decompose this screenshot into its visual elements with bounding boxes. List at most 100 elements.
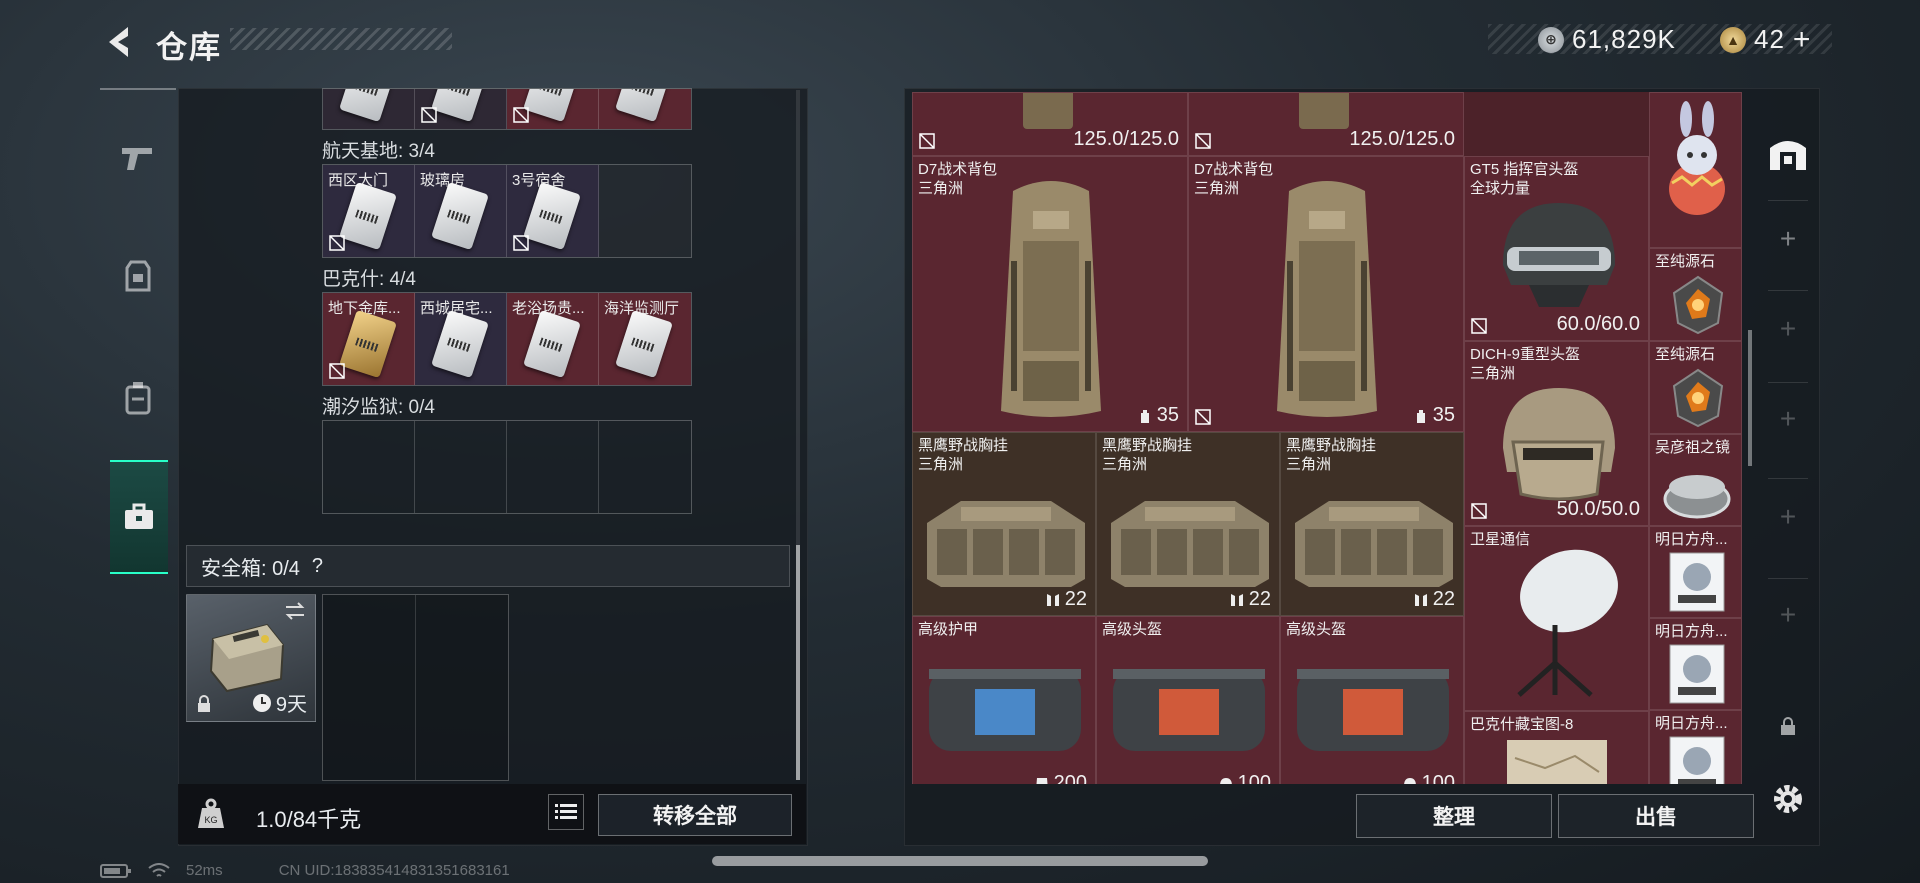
no-trade-icon xyxy=(513,235,529,251)
weight-icon: KG xyxy=(194,796,228,830)
duffel-bag-icon xyxy=(1297,669,1449,751)
inventory-item-bag[interactable]: 高级护甲 200 xyxy=(912,616,1096,784)
empty-key-slot[interactable] xyxy=(599,165,691,257)
pistol-icon xyxy=(122,148,152,170)
tab-key-case[interactable] xyxy=(110,460,168,574)
plus-icon: + xyxy=(1779,403,1797,434)
sell-button[interactable]: 出售 xyxy=(1558,794,1754,838)
inventory-item-backpack[interactable]: D7战术背包 三角洲 35 xyxy=(912,156,1188,432)
locked-storage-button[interactable] xyxy=(1758,706,1818,746)
inventory-item-helmet[interactable]: GT5 指挥官头盔 全球力量 60.0/60.0 xyxy=(1464,156,1649,341)
add-storage-button[interactable]: + xyxy=(1758,590,1818,640)
silver-coin-icon: ⊕ xyxy=(1538,26,1564,53)
heavy-helmet-icon xyxy=(1503,388,1615,501)
helmet-icon xyxy=(1403,777,1416,784)
list-view-button[interactable] xyxy=(548,794,584,830)
wifi-icon xyxy=(148,862,170,877)
help-icon[interactable]: ? xyxy=(312,555,323,578)
inventory-item-collectible[interactable]: 明日方舟... xyxy=(1649,710,1742,784)
arknights-card-icon xyxy=(1669,552,1725,612)
inventory-item-stone[interactable]: 至纯源石 xyxy=(1649,341,1742,434)
inventory-item-chest-rig[interactable]: 黑鹰野战胸挂 三角洲 22 xyxy=(912,432,1096,616)
key-slot[interactable]: 老浴场贵... xyxy=(507,293,599,385)
empty-key-slot[interactable] xyxy=(415,421,507,513)
key-slot[interactable]: 玻璃房 xyxy=(415,165,507,257)
inventory-item-chest-rig[interactable]: 黑鹰野战胸挂 三角洲 22 xyxy=(1280,432,1464,616)
source-stone-icon xyxy=(1672,275,1724,335)
tab-weapons[interactable] xyxy=(100,120,176,196)
key-slot[interactable] xyxy=(415,89,507,129)
chest-rig-icon xyxy=(1295,501,1453,587)
back-arrow-icon xyxy=(109,27,128,57)
key-slot[interactable]: 西区大门 xyxy=(323,165,415,257)
storage-main-tab[interactable] xyxy=(1758,122,1818,182)
key-slot[interactable]: 西城居宅... xyxy=(415,293,507,385)
inventory-item-map[interactable]: 巴克什藏宝图-8 xyxy=(1464,711,1649,784)
safe-box-empty-slots[interactable] xyxy=(322,594,509,781)
inventory-item-helmet[interactable]: DICH-9重型头盔 三角洲 50.0/50.0 xyxy=(1464,341,1649,526)
key-slot[interactable]: 3号宿舍 xyxy=(507,165,599,257)
no-trade-icon xyxy=(329,363,345,379)
key-grid-partial xyxy=(322,88,692,130)
inventory-item-stone[interactable]: 至纯源石 xyxy=(1649,248,1742,341)
add-storage-button[interactable]: + xyxy=(1758,214,1818,264)
tab-gear[interactable] xyxy=(100,238,176,314)
list-icon xyxy=(555,804,577,819)
back-button[interactable] xyxy=(96,20,140,64)
category-rail xyxy=(100,88,176,584)
no-trade-icon xyxy=(1195,133,1211,149)
tab-backpacks[interactable] xyxy=(100,360,176,436)
safe-box-item[interactable]: 9天 xyxy=(186,594,316,722)
battery-icon xyxy=(100,863,131,878)
inventory-item-partial[interactable]: 125.0/125.0 xyxy=(1188,92,1464,156)
empty-key-slot[interactable] xyxy=(507,421,599,513)
section-label-tidal-prison: 潮汐监狱: 0/4 xyxy=(322,397,435,418)
key-grid-tidal-prison xyxy=(322,420,692,514)
chest-rig-icon xyxy=(927,501,1085,587)
duffel-bag-icon xyxy=(929,669,1081,751)
add-gold-icon[interactable]: + xyxy=(1793,24,1811,54)
transfer-all-button[interactable]: 转移全部 xyxy=(598,794,792,836)
key-slot[interactable]: 海洋监测厅 xyxy=(599,293,691,385)
inventory-item-bag[interactable]: 高级头盔 100 xyxy=(1280,616,1464,784)
plus-icon: + xyxy=(1779,223,1797,254)
inventory-item-satellite[interactable]: 卫星通信 xyxy=(1464,526,1649,711)
inventory-item-collectible[interactable]: 明日方舟... xyxy=(1649,526,1742,618)
tactical-backpack-icon xyxy=(1277,181,1377,417)
currency-gold[interactable]: ▲ 42 + xyxy=(1720,24,1810,55)
key-slot[interactable] xyxy=(507,89,599,129)
lock-icon xyxy=(198,695,210,712)
charm-item[interactable] xyxy=(1649,92,1742,248)
swap-icon[interactable] xyxy=(283,601,307,621)
key-case-icon xyxy=(125,503,153,529)
home-indicator[interactable] xyxy=(712,856,1208,866)
title-decoration xyxy=(230,28,452,50)
empty-key-slot[interactable] xyxy=(323,421,415,513)
add-storage-button[interactable]: + xyxy=(1758,492,1818,542)
inventory-item-chest-rig[interactable]: 黑鹰野战胸挂 三角洲 22 xyxy=(1096,432,1280,616)
key-slot[interactable]: 地下金库... xyxy=(323,293,415,385)
treasure-map-icon xyxy=(1507,740,1607,784)
plus-icon: + xyxy=(1779,599,1797,630)
safe-box-label: 安全箱: 0/4 xyxy=(201,557,300,580)
scrollbar-thumb[interactable] xyxy=(796,545,800,780)
inventory-item-backpack[interactable]: D7战术背包 三角洲 35 xyxy=(1188,156,1464,432)
inventory-item-mirror[interactable]: 吴彦祖之镜 xyxy=(1649,434,1742,526)
bunny-egg-charm-icon xyxy=(1669,101,1725,215)
chest-rig-icon xyxy=(125,260,151,292)
key-slot[interactable] xyxy=(323,89,415,129)
key-slot[interactable] xyxy=(599,89,691,129)
settings-button[interactable] xyxy=(1758,774,1818,824)
empty-key-slot[interactable] xyxy=(599,421,691,513)
inventory-scrollbar[interactable] xyxy=(1748,330,1752,466)
currency-silver[interactable]: ⊕ 61,829K xyxy=(1538,24,1676,55)
inventory-item-bag[interactable]: 高级头盔 100 xyxy=(1096,616,1280,784)
add-storage-button[interactable]: + xyxy=(1758,304,1818,354)
add-storage-button[interactable]: + xyxy=(1758,394,1818,444)
inventory-item-partial[interactable]: 125.0/125.0 xyxy=(912,92,1188,156)
inventory-item-collectible[interactable]: 明日方舟... xyxy=(1649,618,1742,710)
sort-button[interactable]: 整理 xyxy=(1356,794,1552,838)
plus-icon: + xyxy=(1779,313,1797,344)
svg-text:KG: KG xyxy=(204,815,217,825)
backpack-image xyxy=(1299,93,1349,129)
